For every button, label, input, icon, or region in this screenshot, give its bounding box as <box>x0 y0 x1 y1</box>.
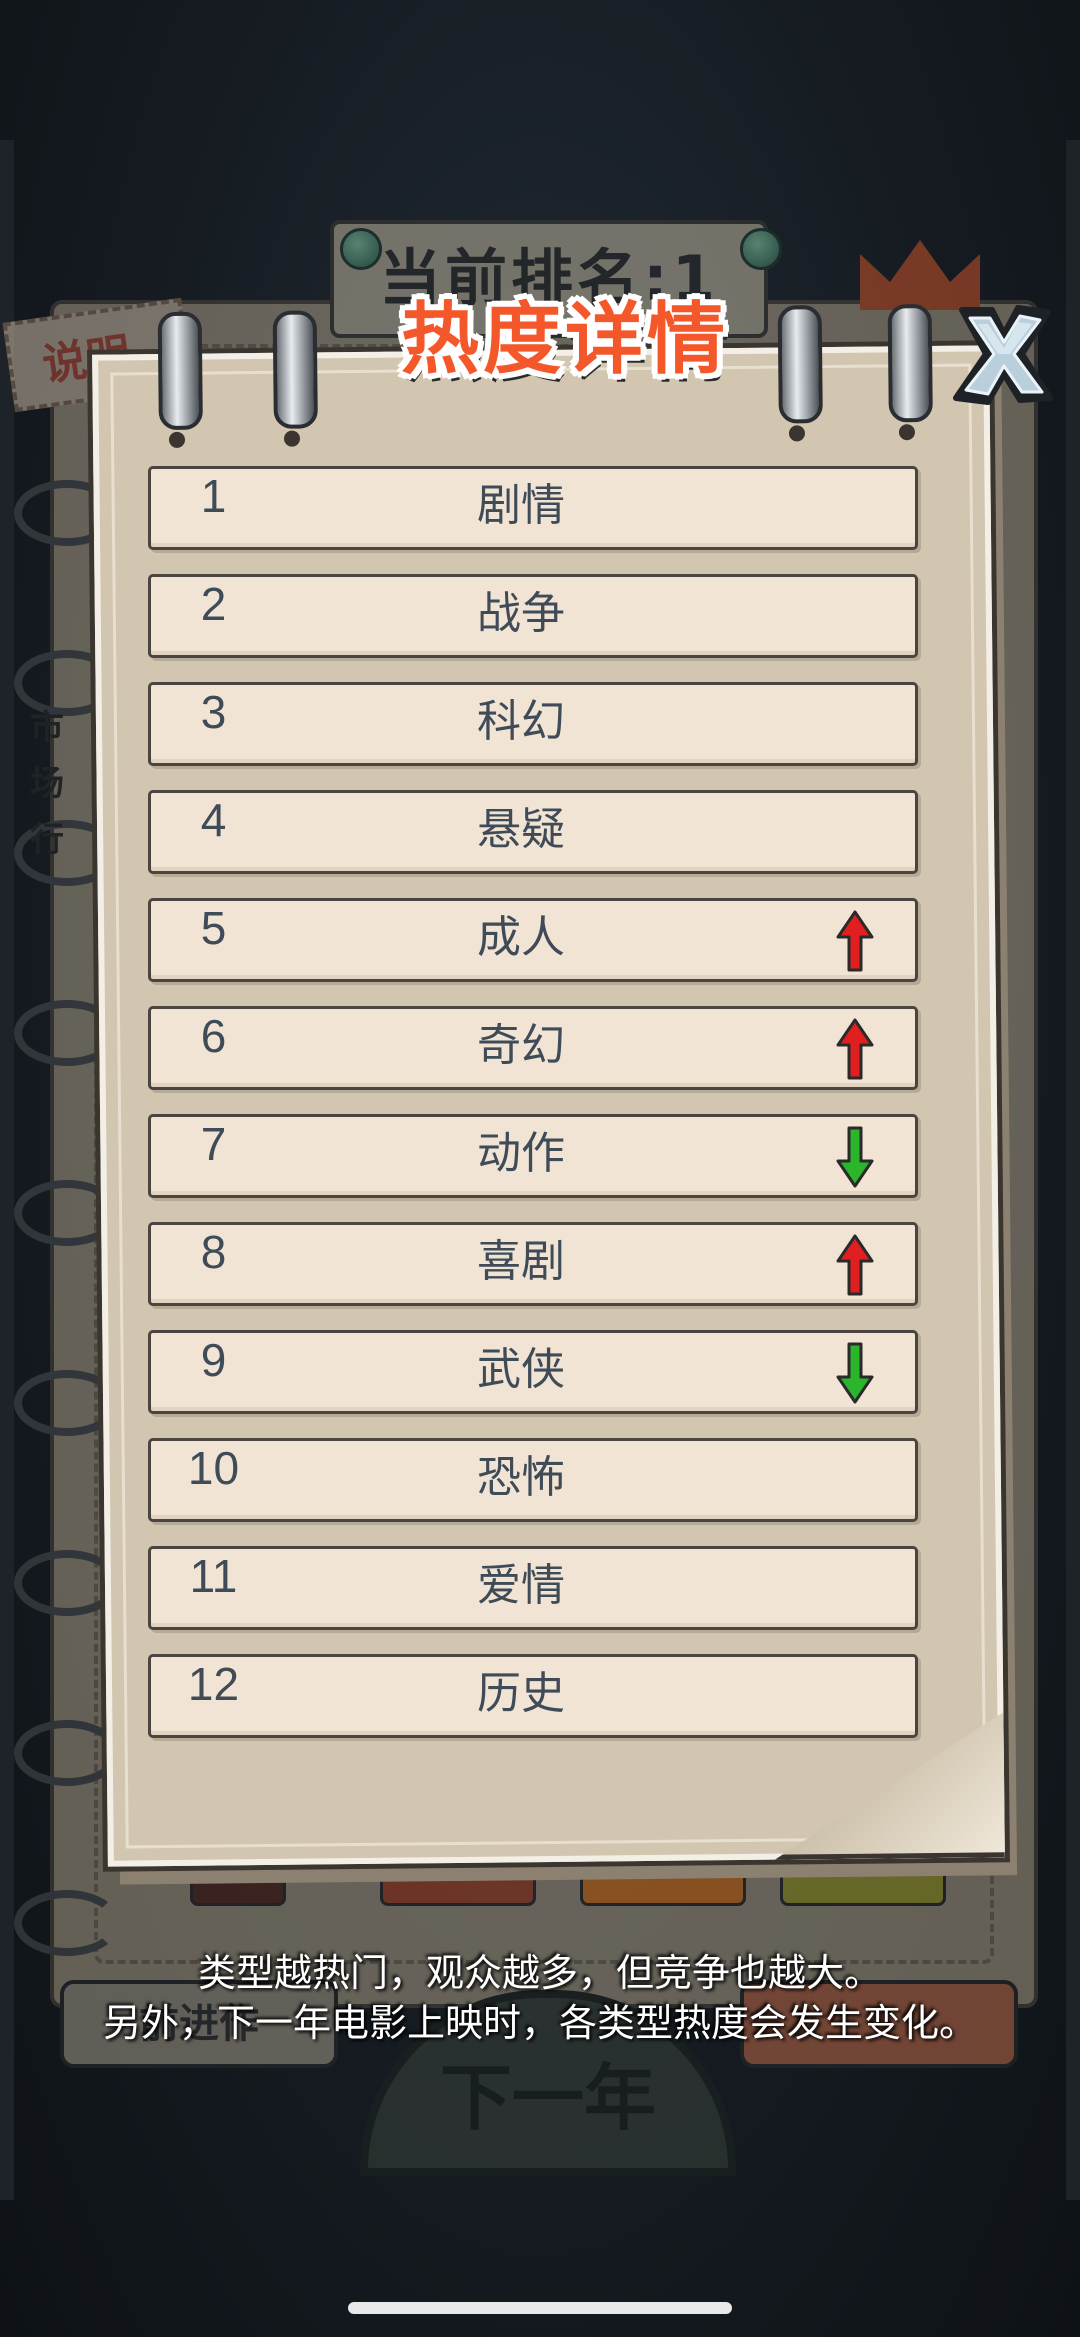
genre-rank: 3 <box>200 686 227 738</box>
genre-row: 9 武侠 <box>148 1330 918 1414</box>
genre-row: 6 奇幻 <box>148 1006 918 1090</box>
genre-row: 8 喜剧 <box>148 1222 918 1306</box>
genre-rank: 6 <box>200 1010 227 1062</box>
dialog-title: 热度详情 <box>400 295 729 385</box>
trend-up-arrow-icon <box>836 1234 874 1296</box>
binder-ring-icon <box>272 310 318 429</box>
trend-up-arrow-icon <box>836 1018 874 1080</box>
binder-ring-icon <box>157 311 203 431</box>
genre-name: 奇幻 <box>477 1020 565 1071</box>
genre-row: 10 恐怖 <box>148 1438 918 1522</box>
spiral-ring-icon <box>14 1890 120 1956</box>
genre-rank: 8 <box>200 1226 227 1278</box>
trend-down-arrow-icon <box>836 1342 874 1404</box>
genre-rank: 12 <box>187 1658 240 1710</box>
genre-rank: 7 <box>200 1118 227 1170</box>
genre-name: 战争 <box>477 588 565 639</box>
genre-rank: 2 <box>200 578 227 630</box>
genre-row: 5 成人 <box>148 898 918 982</box>
footer-hint: 类型越热门，观众越多，但竞争也越大。 另外，下一年电影上映时，各类型热度会发生变… <box>0 1948 1080 2048</box>
background-side-text: 市场行 <box>30 708 64 860</box>
genre-name: 剧情 <box>477 480 565 531</box>
genre-name: 动作 <box>477 1128 565 1179</box>
genre-rank: 11 <box>189 1550 238 1602</box>
genre-row: 12 历史 <box>148 1654 918 1738</box>
spiral-ring-icon <box>14 1720 120 1786</box>
genre-rank: 4 <box>200 794 227 846</box>
genre-name: 喜剧 <box>477 1236 565 1287</box>
trend-down-arrow-icon <box>836 1126 874 1188</box>
home-indicator[interactable] <box>348 2302 732 2314</box>
genre-row: 4 悬疑 <box>148 790 918 874</box>
genre-rank: 10 <box>187 1442 240 1494</box>
pin-icon <box>740 228 782 270</box>
genre-name: 科幻 <box>477 696 565 747</box>
genre-name: 恐怖 <box>477 1452 565 1503</box>
genre-name: 历史 <box>477 1668 565 1719</box>
trend-up-arrow-icon <box>836 910 874 972</box>
genre-rank: 9 <box>200 1334 227 1386</box>
footer-hint-line-1: 类型越热门，观众越多，但竞争也越大。 <box>197 1951 882 1995</box>
genre-row: 3 科幻 <box>148 682 918 766</box>
genre-name: 武侠 <box>477 1344 565 1395</box>
genre-row: 1 剧情 <box>148 466 918 550</box>
genre-row: 11 爱情 <box>148 1546 918 1630</box>
binder-ring-icon <box>887 303 933 423</box>
pin-icon <box>340 228 382 270</box>
genre-name: 悬疑 <box>477 804 565 855</box>
genre-row: 7 动作 <box>148 1114 918 1198</box>
genre-rank: 1 <box>200 470 227 522</box>
close-button[interactable] <box>948 300 1058 410</box>
genre-name: 成人 <box>477 912 565 963</box>
genre-rank: 5 <box>200 902 227 954</box>
genre-name: 爱情 <box>477 1560 565 1611</box>
game-screen: 当前排名:1 说明 市场行 前进作 下一年 热度详情 1 剧情 2 战争 3 科幻 4 悬疑 5… <box>0 0 1080 2337</box>
genre-row: 2 战争 <box>148 574 918 658</box>
footer-hint-line-2: 另外，下一年电影上映时，各类型热度会发生变化。 <box>102 2001 977 2045</box>
close-x-icon <box>953 305 1053 405</box>
binder-ring-icon <box>777 305 823 424</box>
